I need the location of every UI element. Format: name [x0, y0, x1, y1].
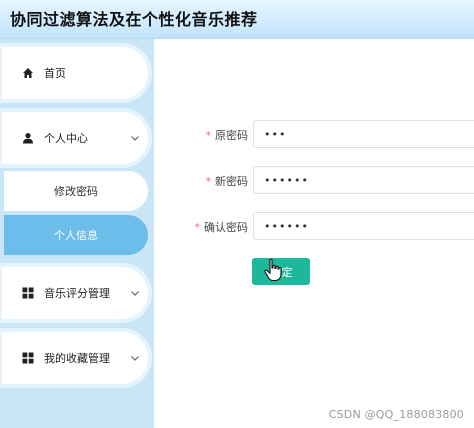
home-icon: [23, 68, 33, 78]
required-mark: *: [194, 221, 201, 234]
watermark: CSDN @QQ_188083800: [328, 408, 464, 421]
old-password-label: * 原密码: [205, 129, 249, 142]
sidebar-subitem-change-password[interactable]: 修改密码: [4, 171, 148, 211]
main-content: *原密码 *新密码 *确认密码 定: [154, 39, 474, 428]
chevron-down-icon: [131, 136, 139, 141]
app-title: 协同过滤算法及在个性化音乐推荐: [10, 10, 258, 29]
sidebar-item-personal-center[interactable]: 个人中心: [2, 112, 148, 164]
hand-pointer-icon: [264, 258, 282, 282]
form-row-new-password: * 新密码: [154, 166, 474, 194]
sidebar-item-label: 个人中心: [44, 132, 88, 145]
sidebar-subitem-label: 个人信息: [54, 229, 98, 242]
sidebar: 首页 个人中心 修改密码 个人信息 音乐评分管理 我的收藏管理: [0, 39, 154, 428]
sidebar-item-label: 首页: [44, 67, 66, 80]
required-mark: *: [205, 129, 212, 142]
sidebar-item-label: 我的收藏管理: [44, 352, 110, 365]
sidebar-item-favorites[interactable]: 我的收藏管理: [2, 332, 148, 384]
chevron-down-icon: [131, 356, 139, 361]
grid-icon: [22, 352, 34, 364]
chevron-down-icon: [131, 291, 139, 296]
grid-icon: [22, 287, 34, 299]
form-row-confirm-password: * 确认密码: [154, 212, 474, 240]
user-icon: [23, 133, 33, 144]
confirm-password-label: * 确认密码: [194, 221, 249, 234]
required-mark: *: [205, 175, 212, 188]
new-password-input[interactable]: [253, 166, 474, 194]
old-password-input[interactable]: [253, 120, 474, 148]
sidebar-item-music-rating[interactable]: 音乐评分管理: [2, 267, 148, 319]
new-password-label: * 新密码: [205, 175, 249, 188]
confirm-password-input[interactable]: [253, 212, 474, 240]
sidebar-subitem-label: 修改密码: [54, 185, 98, 198]
sidebar-item-label: 音乐评分管理: [44, 287, 110, 300]
sidebar-subitem-personal-info[interactable]: 个人信息: [4, 215, 148, 255]
app-header: 协同过滤算法及在个性化音乐推荐: [0, 0, 474, 39]
sidebar-item-home[interactable]: 首页: [2, 47, 148, 99]
form-row-old-password: * 原密码: [154, 120, 474, 148]
